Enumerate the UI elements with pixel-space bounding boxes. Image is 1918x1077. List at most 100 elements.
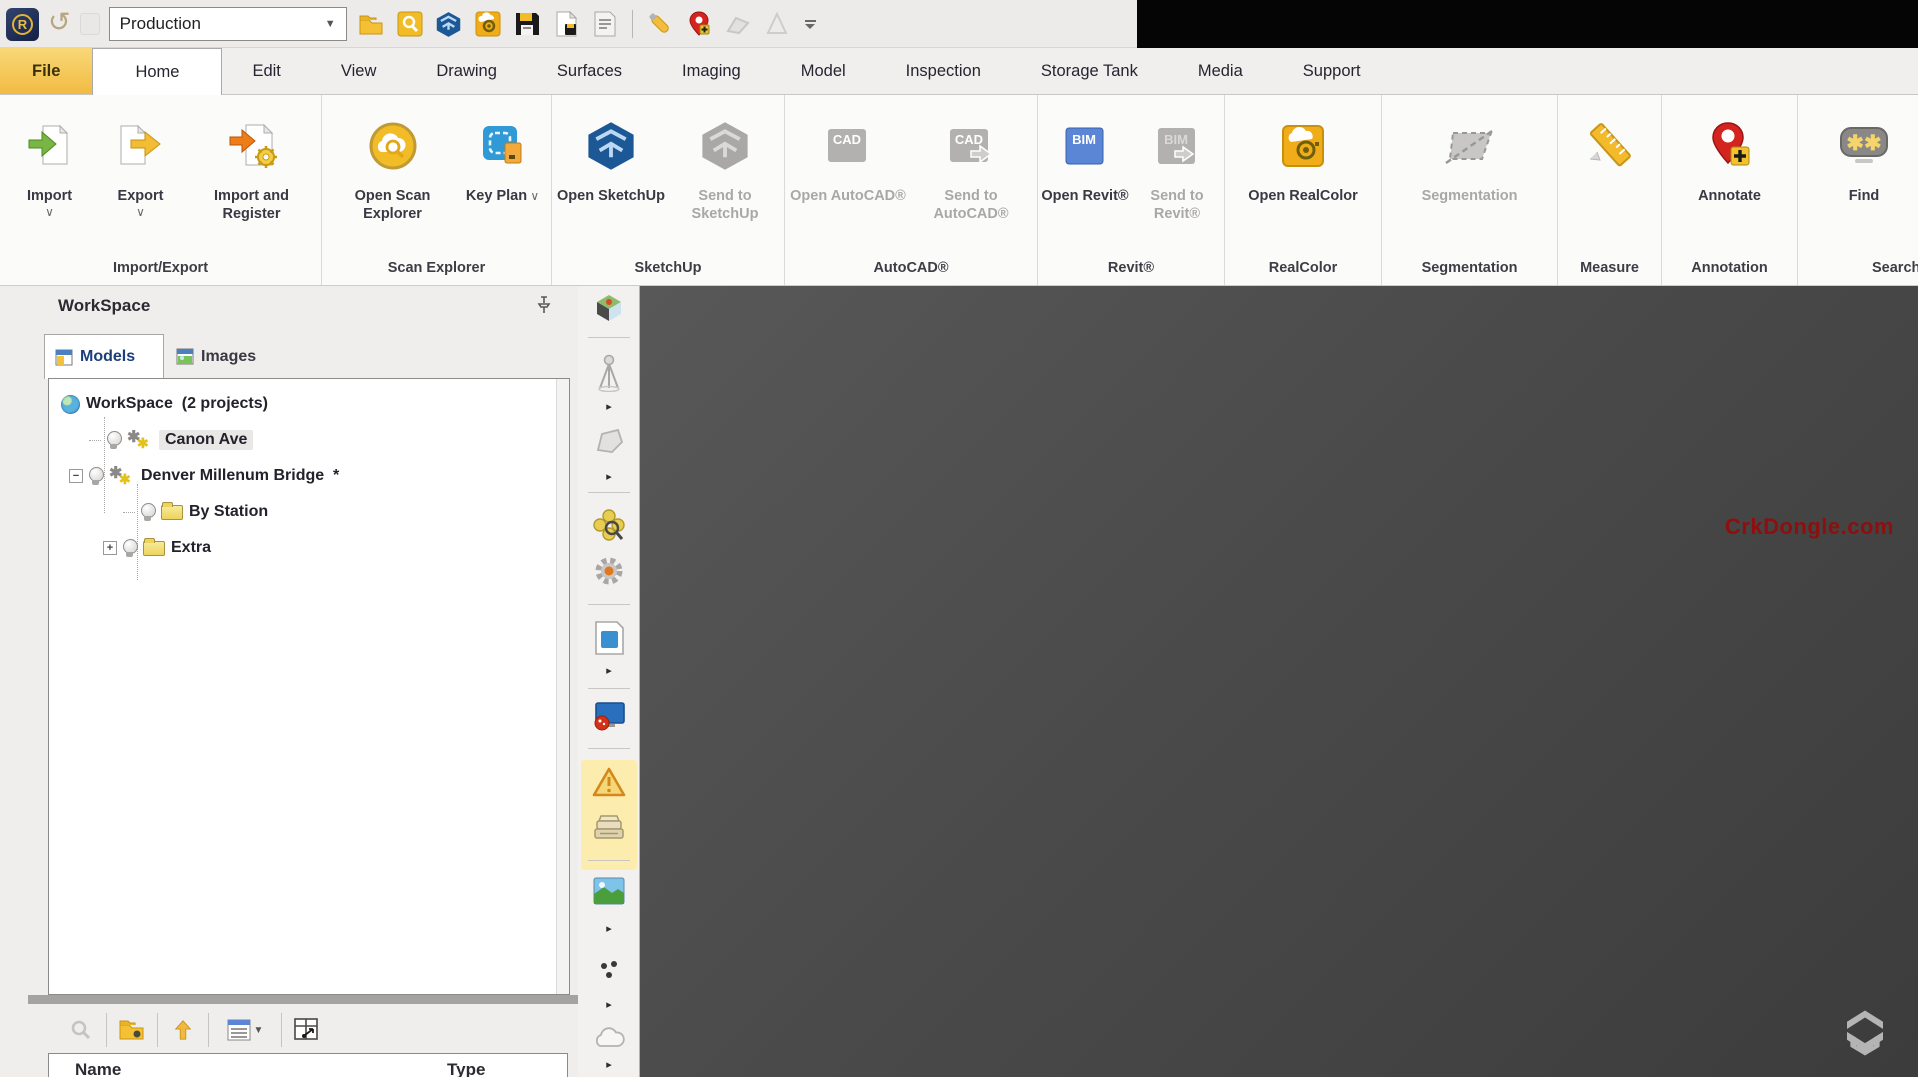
annotate-quick-icon[interactable] bbox=[684, 9, 714, 39]
tab-home[interactable]: Home bbox=[92, 48, 222, 95]
workspace-tab-models[interactable]: Models bbox=[44, 334, 164, 379]
realcolor-quick-icon[interactable] bbox=[473, 9, 503, 39]
limit-box-button[interactable] bbox=[578, 508, 640, 544]
station-view-button[interactable] bbox=[578, 293, 640, 323]
point-set-icon bbox=[595, 958, 623, 984]
tree-row-canon-ave[interactable]: Canon Ave bbox=[89, 423, 253, 457]
import-and-register-button[interactable]: Import and Register bbox=[186, 101, 318, 255]
group-label-import-export: Import/Export bbox=[0, 255, 321, 285]
gear-icon bbox=[592, 554, 626, 588]
ribbon-group-autocad: CAD Open AutoCAD® CAD Send to AutoCAD® A… bbox=[785, 95, 1038, 285]
measure-button[interactable] bbox=[1562, 101, 1658, 255]
tab-view[interactable]: View bbox=[311, 48, 406, 94]
measure-ruler-icon bbox=[1582, 105, 1638, 187]
report-icon[interactable] bbox=[590, 9, 620, 39]
group-label-segmentation: Segmentation bbox=[1382, 255, 1557, 285]
open-autocad-label: Open AutoCAD® bbox=[790, 187, 906, 205]
app-logo-icon[interactable]: R bbox=[6, 8, 39, 41]
open-project-icon[interactable] bbox=[356, 9, 386, 39]
flyout-arrow-icon[interactable]: ▸ bbox=[578, 1058, 640, 1071]
open-realcolor-button[interactable]: Open RealColor bbox=[1237, 101, 1369, 255]
tree-root-label: WorkSpace (2 projects) bbox=[86, 395, 268, 413]
collapse-expander-icon[interactable] bbox=[69, 469, 83, 483]
visibility-bulb-icon[interactable] bbox=[123, 539, 137, 558]
viewport-3d[interactable]: CrkDongle.com bbox=[640, 286, 1918, 1077]
save-as-icon[interactable] bbox=[551, 9, 581, 39]
tab-surfaces[interactable]: Surfaces bbox=[527, 48, 652, 94]
open-revit-icon: BIM bbox=[1063, 105, 1107, 187]
landscape-image-icon bbox=[592, 876, 626, 906]
flyout-arrow-icon[interactable]: ▸ bbox=[578, 922, 640, 935]
scan-station-button[interactable] bbox=[578, 354, 640, 392]
point-cloud-button[interactable] bbox=[578, 1024, 640, 1050]
toolbar-overflow-icon[interactable] bbox=[805, 20, 816, 29]
move-up-button[interactable] bbox=[158, 1011, 208, 1049]
visibility-bulb-icon[interactable] bbox=[141, 503, 155, 522]
tab-imaging[interactable]: Imaging bbox=[652, 48, 771, 94]
tab-storage-tank[interactable]: Storage Tank bbox=[1011, 48, 1168, 94]
tree-search-icon bbox=[56, 1011, 106, 1049]
profile-select-value: Production bbox=[120, 14, 201, 34]
annotate-button[interactable]: Annotate bbox=[1667, 101, 1793, 255]
group-label-annotation: Annotation bbox=[1662, 255, 1797, 285]
image-document-button[interactable] bbox=[578, 620, 640, 656]
tree-row-extra[interactable]: Extra bbox=[103, 531, 211, 565]
visibility-bulb-icon[interactable] bbox=[107, 431, 121, 450]
point-set-button[interactable] bbox=[578, 958, 640, 984]
flyout-arrow-icon[interactable]: ▸ bbox=[578, 998, 640, 1011]
flyout-arrow-icon[interactable]: ▸ bbox=[578, 470, 640, 483]
table-layout-button[interactable] bbox=[282, 1011, 332, 1049]
tab-file[interactable]: File bbox=[0, 48, 92, 94]
tree-root-row[interactable]: WorkSpace (2 projects) bbox=[61, 387, 268, 421]
tab-model[interactable]: Model bbox=[771, 48, 876, 94]
quick-access-toolbar: R ↺ Production ▼ bbox=[0, 0, 1918, 48]
import-button[interactable]: Import bbox=[4, 101, 96, 255]
screen-share-button[interactable] bbox=[578, 700, 640, 734]
mesh-plane-button[interactable] bbox=[578, 426, 640, 456]
polyline-disabled-icon bbox=[723, 9, 753, 39]
tree-scrollbar[interactable] bbox=[556, 379, 569, 994]
tab-support[interactable]: Support bbox=[1273, 48, 1391, 94]
tree-row-by-station[interactable]: By Station bbox=[123, 495, 268, 529]
column-header-type[interactable]: Type bbox=[447, 1060, 485, 1077]
rail-divider bbox=[588, 860, 630, 861]
save-icon[interactable] bbox=[512, 9, 542, 39]
warning-triangle-button[interactable] bbox=[578, 766, 640, 798]
tab-edit[interactable]: Edit bbox=[222, 48, 310, 94]
search-tool-icon[interactable] bbox=[395, 9, 425, 39]
view-mode-button[interactable]: ▼ bbox=[209, 1011, 281, 1049]
settings-gear-button[interactable] bbox=[578, 554, 640, 588]
new-folder-button[interactable] bbox=[107, 1011, 157, 1049]
tab-drawing[interactable]: Drawing bbox=[406, 48, 527, 94]
layer-stack-button[interactable] bbox=[578, 810, 640, 844]
key-plan-label: Key Plan bbox=[466, 187, 539, 205]
workspace-tab-images[interactable]: Images bbox=[166, 334, 294, 379]
panel-splitter[interactable] bbox=[28, 995, 578, 1004]
pin-panel-icon[interactable] bbox=[536, 296, 552, 319]
find-button[interactable]: ✱✱ Find bbox=[1816, 101, 1912, 255]
workspace-panel-title: WorkSpace bbox=[58, 296, 150, 316]
tree-row-denver-bridge[interactable]: Denver Millenum Bridge * bbox=[69, 459, 339, 493]
flyout-arrow-icon[interactable]: ▸ bbox=[578, 664, 640, 677]
export-icon bbox=[118, 105, 164, 187]
column-header-name[interactable]: Name bbox=[75, 1060, 121, 1077]
visibility-bulb-icon[interactable] bbox=[89, 467, 103, 486]
send-to-autocad-icon: CAD bbox=[947, 105, 995, 187]
tree-connector bbox=[123, 512, 135, 513]
expand-expander-icon[interactable] bbox=[103, 541, 117, 555]
flyout-arrow-icon[interactable]: ▸ bbox=[578, 400, 640, 413]
group-label-revit: Revit® bbox=[1038, 255, 1224, 285]
tab-media[interactable]: Media bbox=[1168, 48, 1273, 94]
landscape-image-button[interactable] bbox=[578, 876, 640, 906]
ribbon-group-scan-explorer: Open Scan Explorer Key Plan Scan Explore… bbox=[322, 95, 552, 285]
tools-icon[interactable] bbox=[645, 9, 675, 39]
export-button[interactable]: Export bbox=[96, 101, 186, 255]
key-plan-button[interactable]: Key Plan bbox=[459, 101, 547, 255]
open-sketchup-button[interactable]: Open SketchUp bbox=[554, 101, 668, 255]
profile-select[interactable]: Production ▼ bbox=[109, 7, 347, 41]
undo-icon[interactable]: ↺ bbox=[48, 9, 71, 36]
tab-inspection[interactable]: Inspection bbox=[876, 48, 1011, 94]
open-scan-explorer-button[interactable]: Open Scan Explorer bbox=[327, 101, 459, 255]
open-revit-button[interactable]: BIM Open Revit® bbox=[1039, 101, 1131, 255]
sketchup-quick-icon[interactable] bbox=[434, 9, 464, 39]
